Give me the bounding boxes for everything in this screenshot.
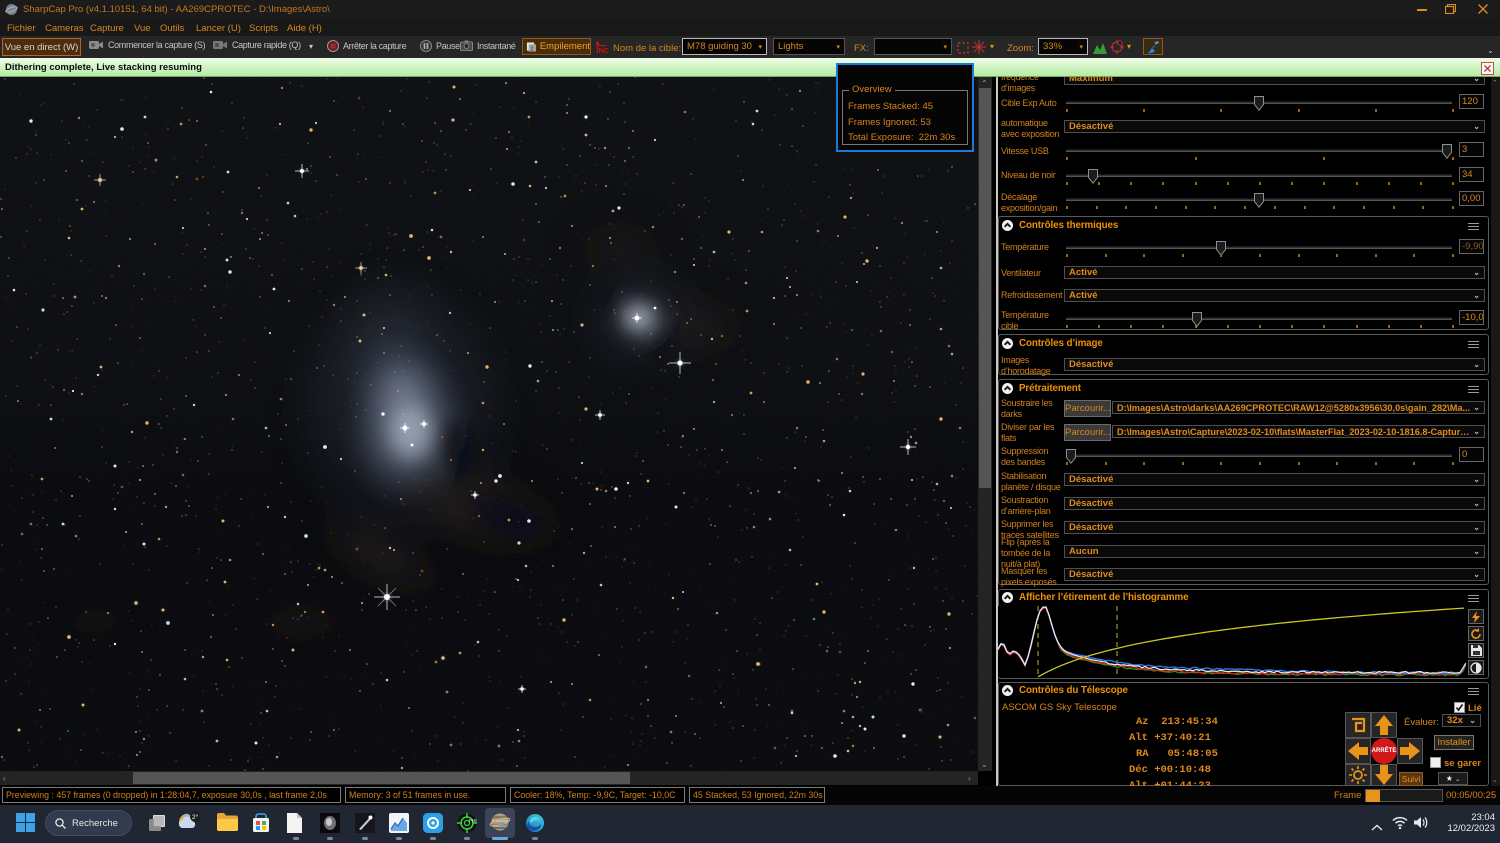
svg-text:2°: 2°	[192, 813, 199, 821]
svg-text:PHD: PHD	[469, 818, 477, 823]
svg-text:2: 2	[531, 46, 534, 52]
svg-text:NC: NC	[599, 46, 609, 54]
